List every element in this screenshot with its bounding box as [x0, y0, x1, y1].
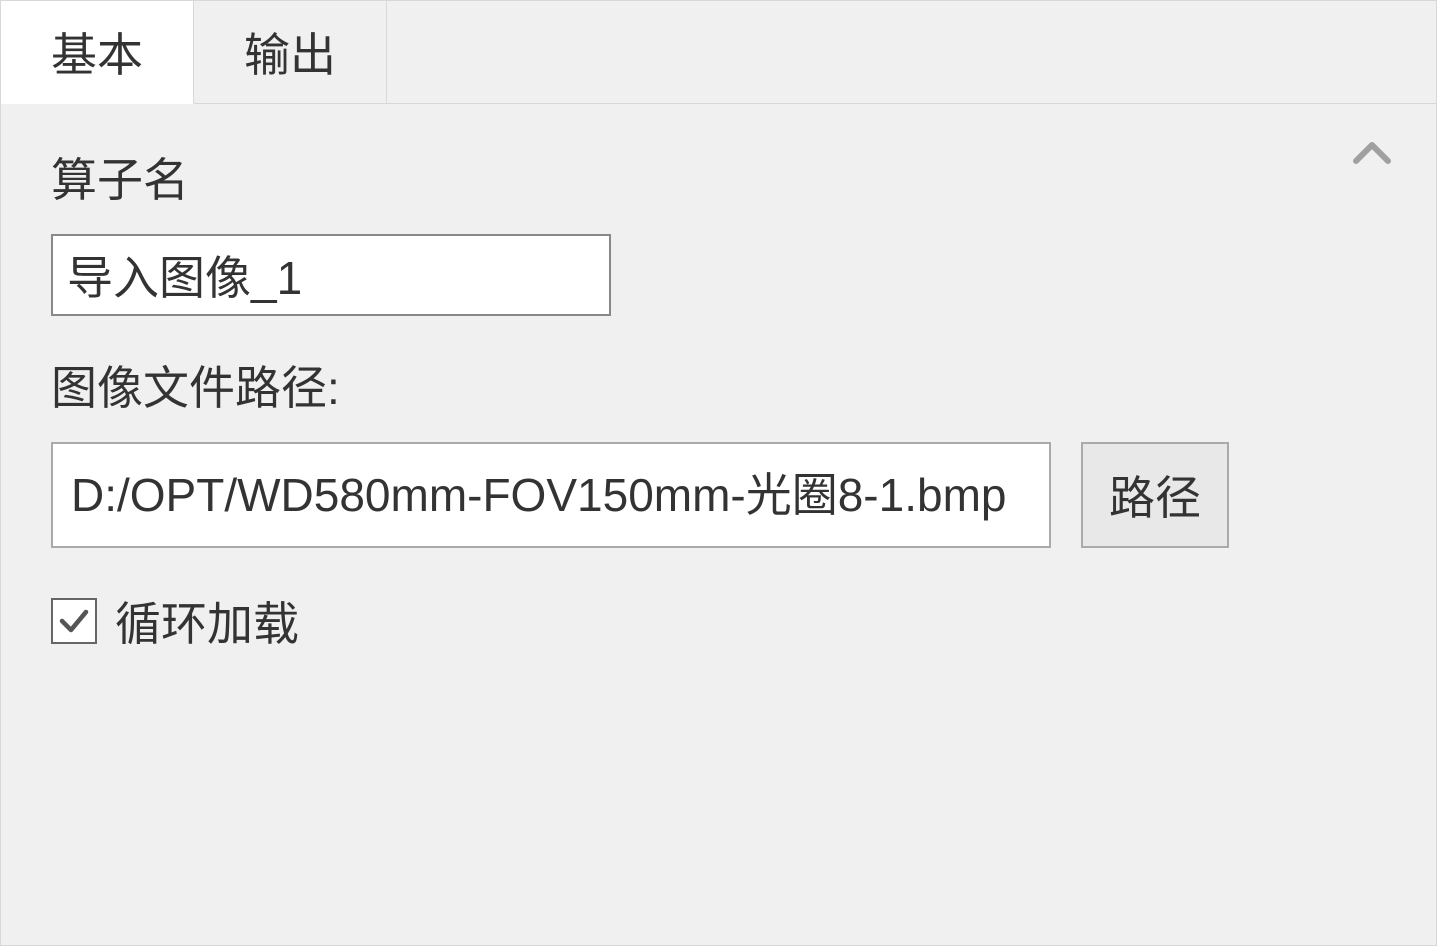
image-path-display[interactable]: D:/OPT/WD580mm-FOV150mm-光圈8-1.bmp [51, 442, 1051, 548]
collapse-toggle[interactable] [1348, 131, 1396, 184]
settings-panel: 基本 输出 算子名 图像文件路径: D:/OPT/WD580mm-FOV150m… [0, 0, 1437, 946]
loop-load-row: 循环加载 [51, 588, 1311, 654]
tab-basic[interactable]: 基本 [1, 1, 194, 104]
chevron-up-icon [1348, 131, 1396, 179]
tab-bar: 基本 输出 [1, 1, 1436, 104]
checkmark-icon [56, 603, 92, 639]
image-path-label: 图像文件路径: [51, 352, 1311, 418]
loop-load-checkbox[interactable] [51, 598, 97, 644]
operator-name-input[interactable] [51, 234, 611, 316]
image-path-row: D:/OPT/WD580mm-FOV150mm-光圈8-1.bmp 路径 [51, 442, 1311, 548]
loop-load-label: 循环加载 [115, 588, 299, 654]
browse-path-button[interactable]: 路径 [1081, 442, 1229, 548]
tab-content-basic: 算子名 图像文件路径: D:/OPT/WD580mm-FOV150mm-光圈8-… [1, 104, 1361, 694]
operator-name-label: 算子名 [51, 144, 1311, 210]
tab-output[interactable]: 输出 [194, 1, 387, 103]
